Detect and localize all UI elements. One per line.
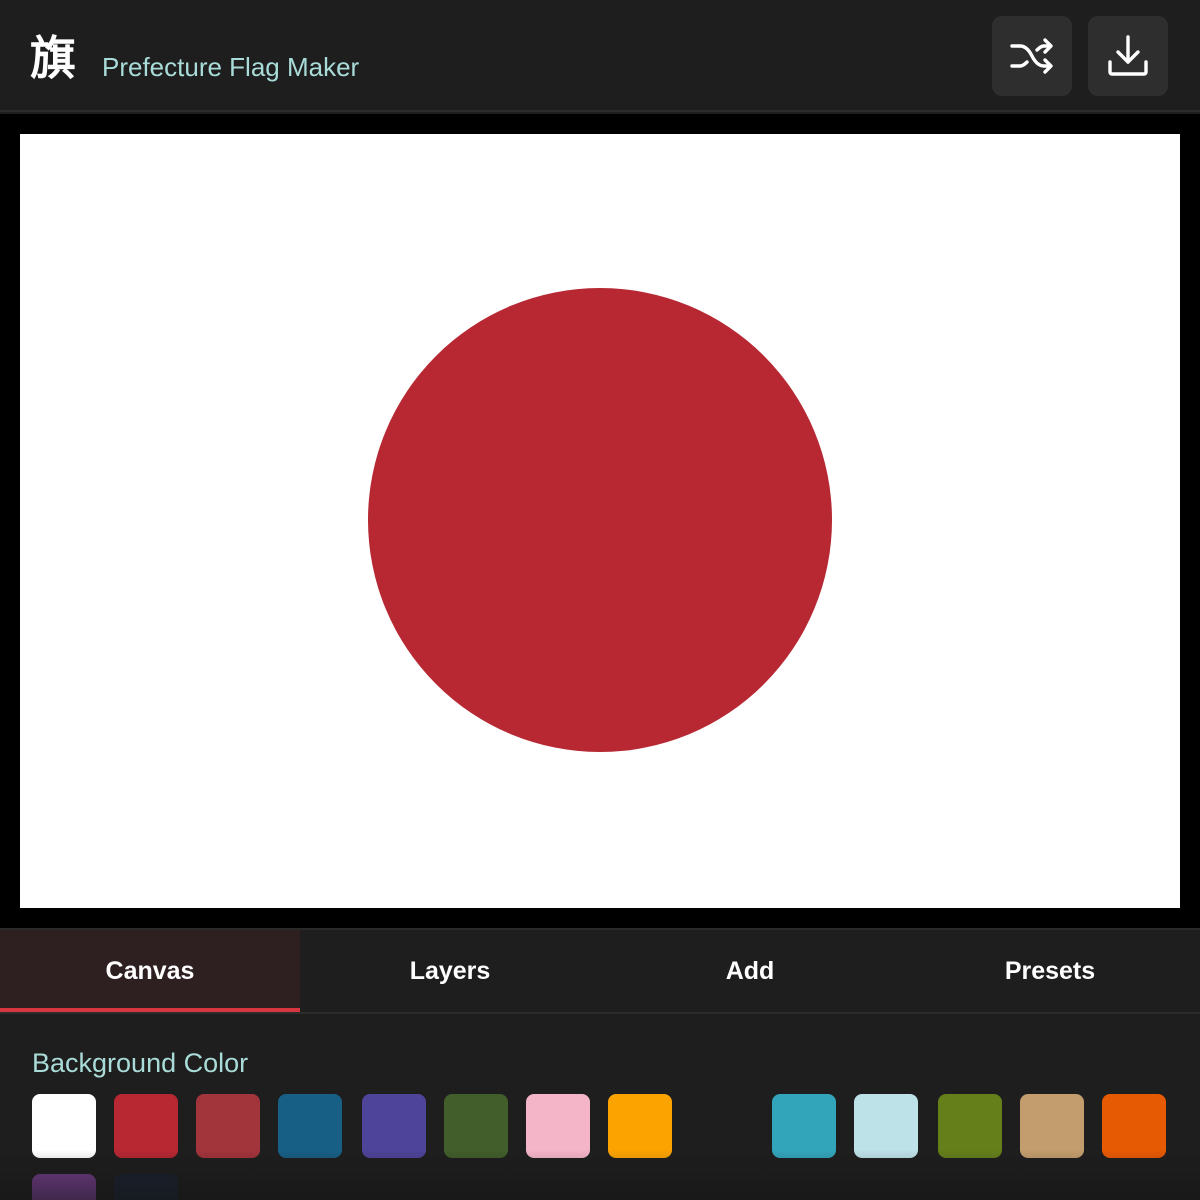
app-header: 旗 Prefecture Flag Maker bbox=[0, 0, 1200, 112]
color-swatch[interactable] bbox=[114, 1094, 178, 1158]
download-button[interactable] bbox=[1088, 16, 1168, 96]
color-swatch[interactable] bbox=[608, 1094, 672, 1158]
color-swatch[interactable] bbox=[444, 1094, 508, 1158]
tab-add[interactable]: Add bbox=[600, 930, 900, 1012]
flag-canvas[interactable] bbox=[20, 134, 1180, 908]
app-title: Prefecture Flag Maker bbox=[102, 52, 360, 82]
color-swatch[interactable] bbox=[278, 1094, 342, 1158]
background-color-label: Background Color bbox=[32, 1048, 249, 1078]
shuffle-icon bbox=[1010, 38, 1053, 74]
canvas-panel: Background Color bbox=[0, 1014, 1200, 1200]
color-swatch[interactable] bbox=[854, 1094, 918, 1158]
flag-svg bbox=[20, 134, 1180, 908]
app-logo: 旗 bbox=[30, 31, 76, 85]
color-swatch[interactable] bbox=[1020, 1094, 1084, 1158]
color-swatch[interactable] bbox=[690, 1094, 754, 1158]
flag-stage bbox=[0, 114, 1200, 928]
tab-canvas[interactable]: Canvas bbox=[0, 930, 300, 1012]
color-swatch[interactable] bbox=[32, 1094, 96, 1158]
color-swatch[interactable] bbox=[526, 1094, 590, 1158]
color-swatch[interactable] bbox=[114, 1174, 178, 1200]
color-swatch[interactable] bbox=[196, 1094, 260, 1158]
tab-layers[interactable]: Layers bbox=[300, 930, 600, 1012]
color-swatch[interactable] bbox=[362, 1094, 426, 1158]
color-swatch[interactable] bbox=[938, 1094, 1002, 1158]
tab-bar: Canvas Layers Add Presets bbox=[0, 928, 1200, 1014]
shuffle-button[interactable] bbox=[992, 16, 1072, 96]
download-icon bbox=[1108, 35, 1148, 76]
color-swatch[interactable] bbox=[1102, 1094, 1166, 1158]
color-swatch[interactable] bbox=[32, 1174, 96, 1200]
tab-presets[interactable]: Presets bbox=[900, 930, 1200, 1012]
flag-disc[interactable] bbox=[368, 288, 832, 752]
color-swatch[interactable] bbox=[772, 1094, 836, 1158]
